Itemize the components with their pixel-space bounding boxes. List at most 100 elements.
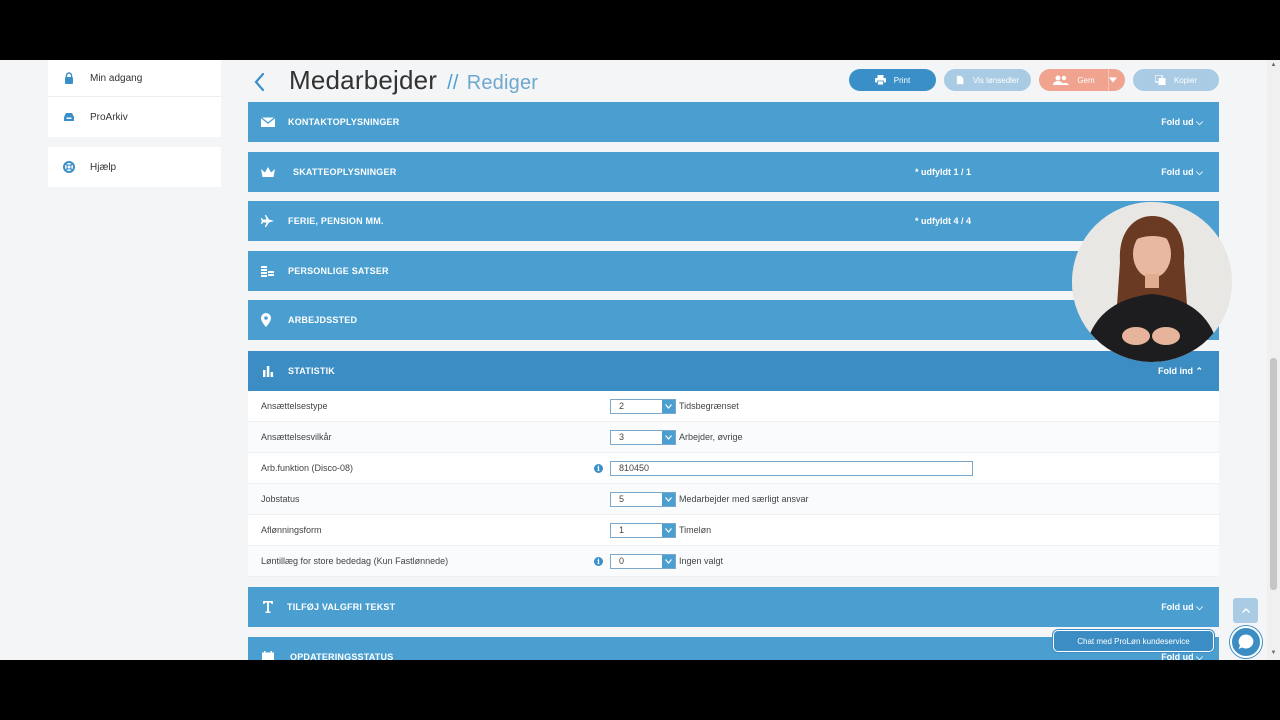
panel-title: FERIE, PENSION MM.	[288, 216, 384, 226]
presenter-video-overlay	[1072, 202, 1232, 362]
page-scrollbar[interactable]: ▲ ▼	[1267, 60, 1280, 660]
page-title: Medarbejder // Rediger	[289, 65, 538, 96]
input-value: 810450	[619, 463, 650, 473]
scroll-down-arrow-icon[interactable]: ▼	[1270, 650, 1277, 656]
page-subtitle: Rediger	[466, 72, 539, 94]
chat-bubble-button[interactable]	[1230, 626, 1262, 658]
panel-status: * udfyldt 1 / 1	[915, 167, 972, 177]
plane-icon	[258, 215, 278, 227]
sidebar-item-proarkiv[interactable]: ProArkiv	[48, 97, 221, 137]
scroll-up-arrow-icon[interactable]: ▲	[1270, 62, 1277, 68]
select-value: 1	[619, 525, 625, 535]
sidebar-card-help: Hjælp	[48, 147, 221, 187]
document-icon	[956, 75, 964, 85]
jobstatus-select[interactable]: 5	[610, 491, 676, 507]
map-pin-icon	[256, 313, 276, 327]
chat-button[interactable]: Chat med ProLøn kundeservice	[1053, 630, 1214, 652]
field-description: Ingen valgt	[679, 556, 724, 566]
sidebar-item-label: Hjælp	[90, 161, 117, 173]
chat-bubble-icon	[1238, 634, 1254, 649]
chevron-down-icon[interactable]	[662, 523, 675, 537]
panel-title: TILFØJ VALGFRI TEKST	[287, 602, 396, 612]
fold-toggle[interactable]: Fold ind ⌃	[1158, 366, 1203, 377]
chevron-down-icon[interactable]	[662, 399, 675, 413]
print-label: Print	[893, 75, 911, 85]
scroll-to-top-button[interactable]	[1233, 598, 1258, 623]
bar-chart-icon	[258, 365, 278, 377]
field-description: Tidsbegrænset	[679, 401, 739, 411]
back-chevron-icon[interactable]	[250, 68, 270, 96]
kopier-label: Kopier	[1173, 75, 1198, 85]
sidebar-item-label: Min adgang	[90, 72, 143, 84]
info-icon[interactable]: i	[594, 463, 603, 473]
loentillaeg-select[interactable]: 0	[610, 553, 676, 569]
field-description: Medarbejder med særligt ansvar	[679, 494, 809, 504]
form-row-loentillaeg-store-bededag: Løntillæg for store bededag (Kun Fastløn…	[248, 546, 1219, 577]
lifebuoy-icon	[48, 161, 90, 173]
panel-title: KONTAKTOPLYSNINGER	[288, 117, 400, 127]
select-value: 2	[619, 401, 625, 411]
panel-title: PERSONLIGE SATSER	[288, 266, 389, 276]
fold-toggle[interactable]: Fold ud ⌵	[1161, 167, 1203, 178]
form-row-arb-funktion: Arb.funktion (Disco-08) i 810450	[248, 453, 1219, 484]
form-row-jobstatus: Jobstatus 5 Medarbejder med særligt ansv…	[248, 484, 1219, 515]
sidebar-item-min-adgang[interactable]: Min adgang	[48, 60, 221, 97]
sidebar-card-account: Min adgang ProArkiv	[48, 60, 221, 137]
title-separator: //	[447, 72, 459, 94]
sidebar-item-label: ProArkiv	[90, 111, 128, 123]
info-icon[interactable]: i	[594, 556, 603, 566]
vis-label: Vis lønsedler	[972, 75, 1020, 85]
envelope-icon	[258, 116, 278, 128]
field-label: Ansættelsestype	[261, 401, 328, 411]
panel-skatteoplysninger[interactable]: SKATTEOPLYSNINGER * udfyldt 1 / 1 Fold u…	[248, 152, 1219, 192]
chevron-up-icon	[1241, 608, 1250, 613]
arb-funktion-input[interactable]: 810450	[610, 460, 973, 476]
form-row-ansaettelsesvilkaar: Ansættelsesvilkår 3 Arbejder, øvrige	[248, 422, 1219, 453]
field-description: Timeløn	[679, 525, 712, 535]
printer-icon	[874, 75, 886, 85]
lock-icon	[48, 72, 90, 84]
chevron-down-icon[interactable]	[662, 492, 675, 506]
form-row-afloenningsform: Aflønningsform 1 Timeløn	[248, 515, 1219, 546]
select-value: 5	[619, 494, 625, 504]
fold-toggle[interactable]: Fold ud ⌵	[1161, 117, 1203, 128]
field-label: Jobstatus	[261, 494, 300, 504]
calendar-icon	[258, 651, 278, 660]
gem-button[interactable]: Gem	[1039, 69, 1125, 91]
fold-toggle[interactable]: Fold ud ⌵	[1161, 602, 1203, 613]
page-title-main: Medarbejder	[289, 65, 438, 95]
print-button[interactable]: Print	[849, 69, 936, 91]
panel-arbejdssted[interactable]: ARBEJDSSTED	[248, 300, 1219, 340]
afloenningsform-select[interactable]: 1	[610, 522, 676, 538]
vis-loensedler-button[interactable]: Vis lønsedler	[944, 69, 1031, 91]
field-label: Arb.funktion (Disco-08)	[261, 463, 354, 473]
panel-kontaktoplysninger[interactable]: KONTAKTOPLYSNINGER Fold ud ⌵	[248, 102, 1219, 142]
select-value: 3	[619, 432, 625, 442]
ansaettelsesvilkaar-select[interactable]: 3	[610, 429, 676, 445]
panel-title: SKATTEOPLYSNINGER	[293, 167, 397, 177]
copy-icon	[1154, 75, 1166, 85]
panel-title: ARBEJDSSTED	[288, 315, 358, 325]
panel-tilfoej-valgfri-tekst[interactable]: TILFØJ VALGFRI TEKST Fold ud ⌵	[248, 587, 1219, 627]
chat-label: Chat med ProLøn kundeservice	[1077, 636, 1190, 646]
panel-title: OPDATERINGSSTATUS	[290, 652, 394, 660]
panel-statistik[interactable]: STATISTIK Fold ind ⌃	[248, 351, 1219, 391]
field-description: Arbejder, øvrige	[679, 432, 743, 442]
kopier-button[interactable]: Kopier	[1133, 69, 1219, 91]
gem-dropdown-caret-icon[interactable]	[1108, 69, 1125, 91]
app-viewport: Min adgang ProArkiv Hjælp Medarbejder // R…	[0, 60, 1280, 660]
sidebar-item-hjaelp[interactable]: Hjælp	[48, 147, 221, 187]
panel-ferie-pension[interactable]: FERIE, PENSION MM. * udfyldt 4 / 4	[248, 201, 1219, 241]
coins-icon	[258, 265, 278, 277]
chevron-down-icon[interactable]	[662, 430, 675, 444]
field-label: Løntillæg for store bededag (Kun Fastløn…	[261, 556, 449, 566]
statistik-body: Ansættelsestype 2 Tidsbegrænset Ansættel…	[248, 391, 1219, 577]
select-value: 0	[619, 556, 625, 566]
text-icon	[258, 601, 278, 613]
fold-toggle[interactable]: Fold ud ⌵	[1161, 652, 1203, 661]
panel-status: * udfyldt 4 / 4	[915, 216, 972, 226]
scrollbar-thumb[interactable]	[1270, 358, 1277, 590]
chevron-down-icon[interactable]	[662, 554, 675, 568]
ansaettelsestype-select[interactable]: 2	[610, 398, 676, 414]
users-icon	[1053, 75, 1070, 85]
